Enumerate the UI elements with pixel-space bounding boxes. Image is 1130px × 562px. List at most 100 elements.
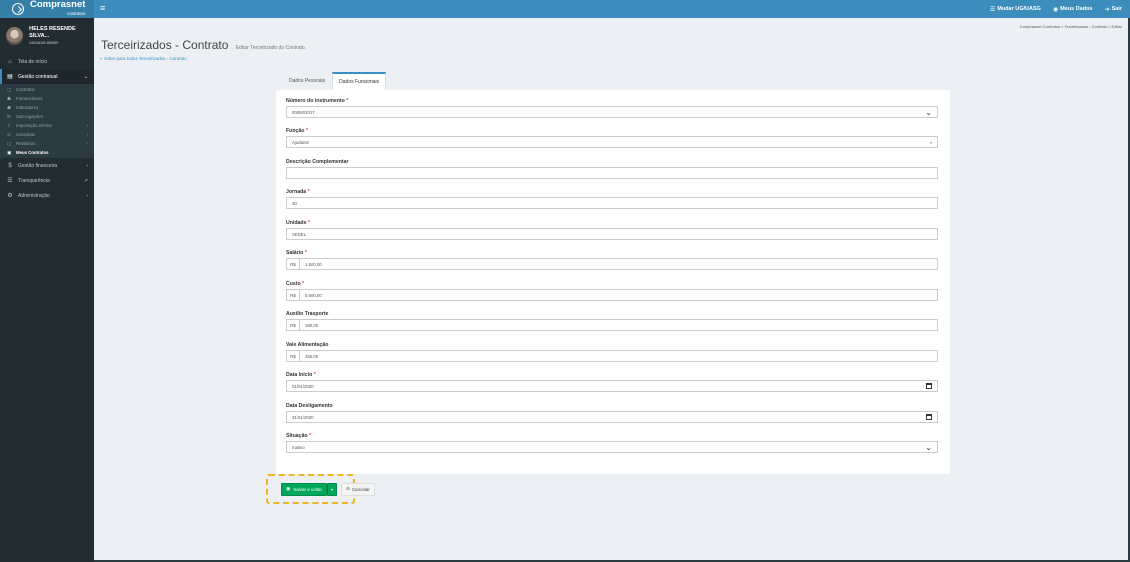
cancel-label: Cancelar xyxy=(351,486,370,492)
brand-name: Comprasnet xyxy=(30,0,86,10)
field-value: 1.500,00 xyxy=(305,261,322,267)
sidebar-item-home[interactable]: ⌂ Tela de início xyxy=(0,54,94,69)
users-icon: ☗ xyxy=(7,95,12,101)
form-card: Número do instrumento * 00050/2017 ⌄ Funç… xyxy=(276,90,950,474)
field-value: 31/01/2020 xyxy=(292,414,314,420)
field-end-date: Data Desligamento 31/01/2020 xyxy=(286,402,938,423)
calendar-icon[interactable] xyxy=(926,383,932,389)
unit-input[interactable]: SEDEL xyxy=(286,228,938,240)
field-label: Situação xyxy=(286,433,308,439)
save-label: Salvar e voltar xyxy=(293,486,323,492)
required-mark: * xyxy=(313,372,316,378)
breadcrumb[interactable]: Comprasnet Contratos > Terceirizados - C… xyxy=(1020,24,1122,29)
tab-personal-data[interactable]: Dados Pessoais xyxy=(282,72,332,90)
external-link-icon: ↗ xyxy=(83,177,88,184)
list-icon: ☰ xyxy=(989,6,996,13)
sidebar-subitem-reports[interactable]: ▢ Relatórios ‹ xyxy=(0,139,94,148)
users-icon: ☗ xyxy=(7,104,12,110)
user-sub: UG/UASG 000000 xyxy=(29,40,59,45)
user-name: HELES RESENDE SILVA... xyxy=(29,25,76,39)
sidebar-subitem-my-contracts[interactable]: ▣ Meus Contratos xyxy=(0,148,94,157)
logout-icon: ➔ xyxy=(1104,6,1110,13)
field-function: Função * Ajudante ▾ xyxy=(286,127,938,148)
required-mark: * xyxy=(305,128,308,134)
field-value: 5.500,00 xyxy=(305,292,322,298)
sidebar-submenu: ▢ Contratos ☗ Fornecedores ☗ Indicadores ⟳ S… xyxy=(0,84,94,158)
sidebar-item-admin[interactable]: ⚙ Administração ‹ xyxy=(0,188,94,203)
transport-input[interactable]: R$ 180,00 xyxy=(286,319,938,331)
sidebar-subitem-subrogations[interactable]: ⟳ Sub-rogações xyxy=(0,112,94,121)
function-select[interactable]: Ajudante ▾ xyxy=(286,136,938,148)
sidebar-subitem-suppliers[interactable]: ☗ Fornecedores xyxy=(0,94,94,103)
change-unit-link[interactable]: ☰ Mudar UG/UASG xyxy=(990,6,1041,13)
sidebar-item-financial[interactable]: $ Gestão financeira ‹ xyxy=(0,158,94,173)
currency-addon: R$ xyxy=(287,259,300,269)
salary-input[interactable]: R$ 1.500,00 xyxy=(286,258,938,270)
cost-input[interactable]: R$ 5.500,00 xyxy=(286,289,938,301)
calendar-icon[interactable] xyxy=(926,414,932,420)
logout-label: Sair xyxy=(1111,6,1122,12)
field-salary: Salário * R$ 1.500,00 xyxy=(286,249,938,270)
sidebar-item-transparency[interactable]: ☰ Transparência ↗ xyxy=(0,173,94,188)
sidebar-item-label: Transparência xyxy=(18,177,50,184)
cancel-icon: ⊘ xyxy=(346,486,350,491)
required-mark: * xyxy=(307,189,310,195)
field-value: Ajudante xyxy=(292,139,309,145)
required-mark: * xyxy=(307,220,310,226)
logout-link[interactable]: ➔ Sair xyxy=(1105,6,1122,13)
sidebar-subitem-siasg-import[interactable]: ⇪ Importação SIASG ‹ xyxy=(0,121,94,130)
sidebar-subitem-label: Meus Contratos xyxy=(16,150,49,155)
field-label: Jornada xyxy=(286,189,307,195)
avatar xyxy=(6,27,24,45)
field-label: Salário xyxy=(286,250,304,256)
field-description: Descrição Complementar xyxy=(286,158,938,179)
back-link[interactable]: « Voltar para todos Terceirizados - Cont… xyxy=(100,56,187,61)
change-unit-label: Mudar UG/UASG xyxy=(997,6,1041,12)
sidebar-item-label: Gestão financeira xyxy=(18,162,58,169)
my-data-link[interactable]: ◉ Meus Dados xyxy=(1053,6,1093,13)
sidebar-subitem-label: Consultas xyxy=(16,132,36,137)
upload-icon: ⇪ xyxy=(7,122,11,128)
form-actions: ▣ Salvar e voltar ▾ ⊘ Cancelar xyxy=(276,482,375,496)
field-label: Unidade xyxy=(286,220,307,226)
content-header: Terceirizados - Contrato Editar Terceiri… xyxy=(101,36,306,54)
sidebar-subitem-contracts[interactable]: ▢ Contratos xyxy=(0,85,94,94)
status-select[interactable]: Inativo ⌄ xyxy=(286,441,938,453)
currency-addon: R$ xyxy=(287,290,300,300)
field-label: Data Desligamento xyxy=(286,403,333,409)
chevron-down-icon: ⌄ xyxy=(83,73,88,80)
field-label: Número do instrumento xyxy=(286,98,345,104)
field-label: Data Início xyxy=(286,372,313,378)
save-options-dropdown[interactable]: ▾ xyxy=(327,482,338,496)
list-icon: ☰ xyxy=(7,178,13,184)
my-data-label: Meus Dados xyxy=(1060,6,1093,12)
sidebar-item-contract-management[interactable]: ▤ Gestão contratual ⌄ xyxy=(0,69,94,84)
refresh-icon: ⟳ xyxy=(7,113,11,119)
sidebar-subitem-indicators[interactable]: ☗ Indicadores xyxy=(0,103,94,112)
description-input[interactable] xyxy=(286,167,938,179)
field-value: 180,00 xyxy=(305,322,319,328)
caret-down-icon: ▾ xyxy=(331,486,334,492)
field-value: 01/01/2020 xyxy=(292,383,314,389)
sidebar-item-label: Administração xyxy=(18,192,50,199)
instrument-select[interactable]: 00050/2017 ⌄ xyxy=(286,106,938,118)
end-date-input[interactable]: 31/01/2020 xyxy=(286,411,938,423)
brand-logo[interactable]: Comprasnet contratos xyxy=(0,0,94,18)
form-tabs: Dados Pessoais Dados Funcionais xyxy=(282,72,387,90)
cancel-button[interactable]: ⊘ Cancelar xyxy=(341,482,375,496)
sidebar-subitem-queries[interactable]: ⊙ Consultas ‹ xyxy=(0,130,94,139)
user-panel: HELES RESENDE SILVA... UG/UASG 000000 xyxy=(0,18,94,54)
chevron-down-icon: ⌄ xyxy=(925,107,932,117)
sidebar-item-label: Tela de início xyxy=(18,58,48,65)
tab-functional-data[interactable]: Dados Funcionais xyxy=(332,72,387,90)
hours-input[interactable]: 40 xyxy=(286,197,938,209)
currency-addon: R$ xyxy=(287,351,300,361)
meal-input[interactable]: R$ 255,00 xyxy=(286,350,938,362)
chevron-left-icon: ‹ xyxy=(86,123,88,128)
start-date-input[interactable]: 01/01/2020 xyxy=(286,380,938,392)
field-status: Situação * Inativo ⌄ xyxy=(286,432,938,453)
hamburger-icon[interactable]: ≡ xyxy=(100,4,109,13)
field-cost: Custo * R$ 5.500,00 xyxy=(286,280,938,301)
save-and-back-button[interactable]: ▣ Salvar e voltar xyxy=(281,482,328,496)
sidebar-subitem-label: Importação SIASG xyxy=(16,123,52,128)
